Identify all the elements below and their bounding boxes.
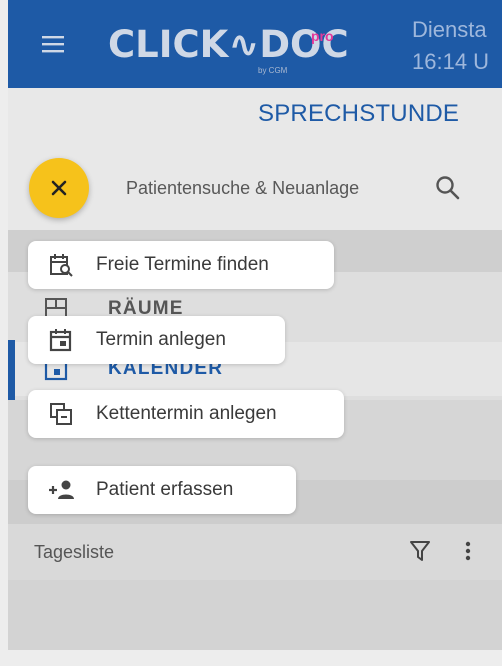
fab-close-button[interactable] [29,158,89,218]
sprechstunde-bar: SPRECHSTUNDE [8,88,502,146]
clickdoc-logo: CLICK∿DOC pro by CGM [108,18,358,78]
calendar-add-icon [48,327,74,353]
create-appointment-button[interactable]: Termin anlegen [28,316,285,364]
time-label: 16:14 U [412,49,490,74]
tagesliste-header: Tagesliste [8,524,502,580]
close-icon [51,180,67,196]
action-label: Patient erfassen [96,479,234,500]
calendar-search-icon [48,252,74,278]
action-label: Kettentermin anlegen [96,403,277,424]
search-placeholder: Patientensuche & Neuanlage [126,178,360,198]
patient-search-input[interactable]: Patientensuche & Neuanlage [118,166,478,210]
add-person-icon [48,477,74,503]
chain-appointment-icon [48,401,74,427]
bottom-frame [0,650,502,666]
left-frame [0,0,8,666]
action-label: Freie Termine finden [96,254,269,275]
day-label: Diensta [412,17,487,42]
tagesliste-label: Tagesliste [34,542,115,562]
free-slots-button[interactable]: Freie Termine finden [28,241,334,289]
app-header: CLICK∿DOC pro by CGM Diensta 16:14 U [8,0,502,88]
filter-icon[interactable] [408,538,432,564]
logo-pro: pro [311,28,334,44]
logo-by: by CGM [258,66,288,75]
date-time: Diensta 16:14 U [412,14,489,78]
action-label: Termin anlegen [96,329,226,350]
search-icon[interactable] [434,174,462,202]
logo-text: CLICK∿DOC [108,23,349,66]
chain-appointment-button[interactable]: Kettentermin anlegen [28,390,344,438]
more-vert-icon[interactable] [458,538,478,564]
page-title[interactable]: SPRECHSTUNDE [258,100,459,128]
add-patient-button[interactable]: Patient erfassen [28,466,296,514]
active-indicator [8,340,15,400]
hamburger-menu-icon[interactable] [38,28,72,62]
